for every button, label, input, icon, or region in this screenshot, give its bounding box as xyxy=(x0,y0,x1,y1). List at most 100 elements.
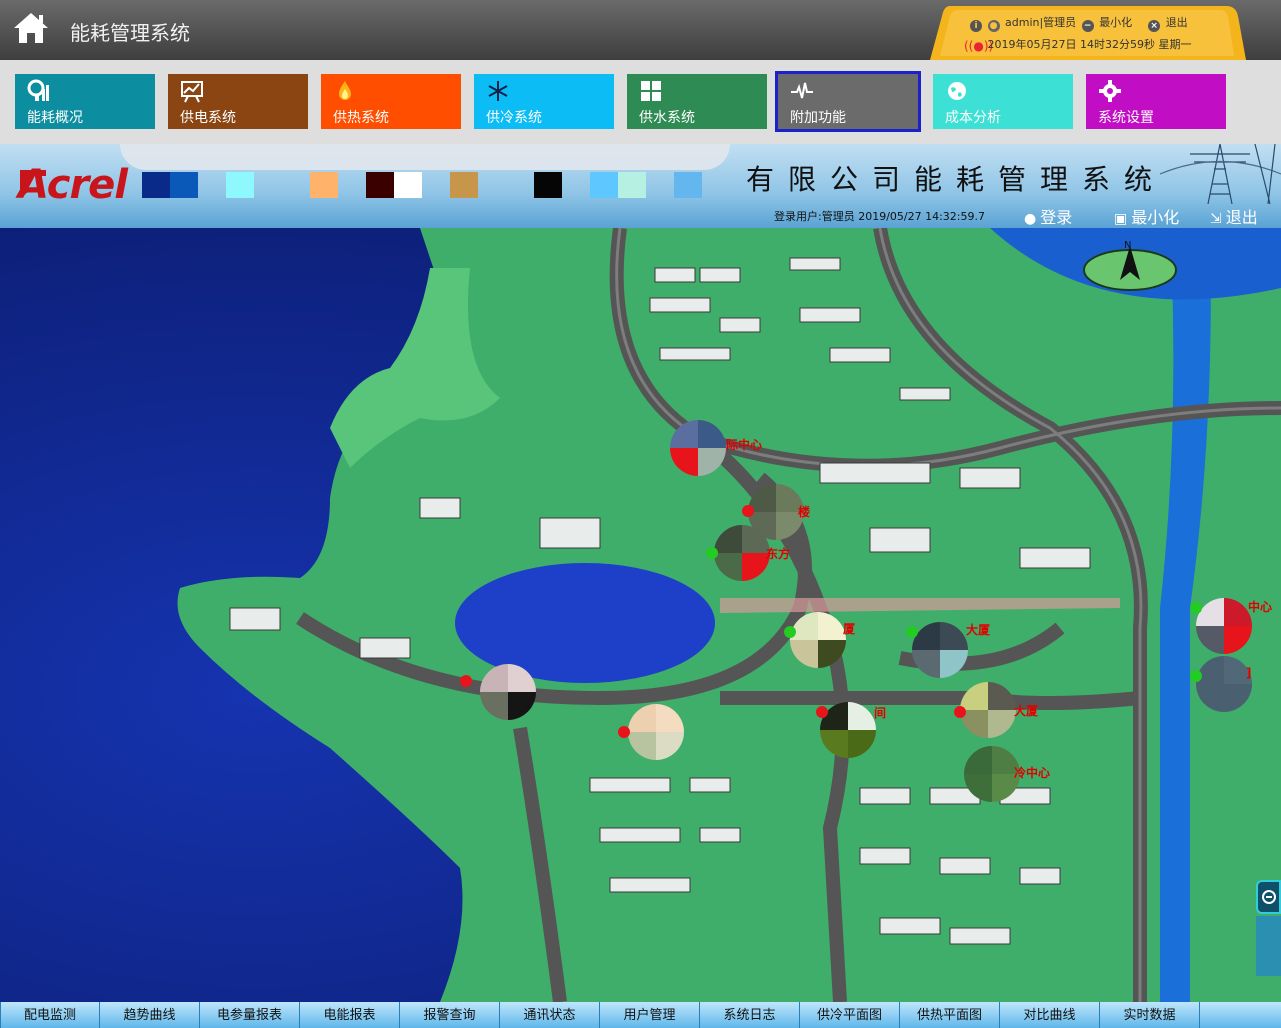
color-swatch xyxy=(590,172,618,198)
marker-segment xyxy=(656,704,684,732)
globe-icon xyxy=(948,82,966,100)
bottom-nav-item[interactable]: 电参量报表 xyxy=(200,1002,300,1028)
bottom-nav-item[interactable]: 配电监测 xyxy=(0,1002,100,1028)
module-tile-label: 供水系统 xyxy=(639,110,695,126)
marker-segment xyxy=(1224,684,1252,712)
marker-segment xyxy=(790,640,818,668)
module-tile-water[interactable]: 供水系统 xyxy=(627,74,767,129)
marker-segment xyxy=(964,774,992,802)
building-label[interactable]: 大厦 xyxy=(1014,702,1038,719)
building-marker[interactable] xyxy=(1196,598,1252,654)
system-title: 有限公司能耗管理系统 xyxy=(746,163,1167,196)
bottom-nav-item[interactable]: 实时数据 xyxy=(1100,1002,1200,1028)
minimize-link[interactable]: 最小化 xyxy=(1099,16,1132,29)
color-swatch xyxy=(142,172,170,198)
alarm-bell-icon[interactable]: ((●)) xyxy=(964,39,993,53)
user-panel-bottom-row: ((●)) 2019年05月27日 14时32分59秒 星期一 xyxy=(964,36,1193,53)
building-marker[interactable] xyxy=(480,664,536,720)
building-label[interactable]: 东方 xyxy=(766,545,790,562)
building-marker[interactable] xyxy=(960,682,1016,738)
module-tile-label: 能耗概况 xyxy=(27,110,83,126)
minimize-button[interactable]: ▣ 最小化 xyxy=(1114,204,1179,228)
logo-mark-icon xyxy=(20,170,46,198)
building-marker[interactable] xyxy=(912,622,968,678)
status-dot xyxy=(706,547,718,559)
module-tile-power-supply[interactable]: 供电系统 xyxy=(168,74,308,129)
building-label[interactable]: 间 xyxy=(874,704,886,721)
module-tile-energy-overview[interactable]: 能耗概况 xyxy=(15,74,155,129)
login-info: 登录用户:管理员 2019/05/27 14:32:59.7 xyxy=(774,210,985,223)
current-datetime: 2019年05月27日 14时32分59秒 星期一 xyxy=(987,38,1192,51)
module-tile-cost-analysis[interactable]: 成本分析 xyxy=(933,74,1073,129)
power-tower-icon xyxy=(1160,144,1281,204)
building-label[interactable]: ] xyxy=(1246,666,1251,680)
color-swatch xyxy=(394,172,422,198)
redacted-area xyxy=(120,144,730,170)
title-bar: 能耗管理系统 i ● admin|管理员 − 最小化 × 退出 ((●)) 20… xyxy=(0,0,1281,60)
bottom-nav-item[interactable]: 通讯状态 xyxy=(500,1002,600,1028)
user-icon: ● xyxy=(987,20,1000,32)
gauge-chart-icon xyxy=(27,79,49,101)
module-tile-label: 供电系统 xyxy=(180,110,236,126)
exit-icon: ⇲ xyxy=(1210,211,1222,227)
trend-board-icon xyxy=(181,81,203,103)
building-marker[interactable] xyxy=(670,420,726,476)
login-button[interactable]: ● 登录 xyxy=(1024,204,1072,228)
building-label[interactable]: 冷中心 xyxy=(1014,764,1050,781)
color-swatch xyxy=(170,172,198,198)
current-user: admin|管理员 xyxy=(1005,16,1077,29)
building-label[interactable]: 厦 xyxy=(843,620,855,637)
color-swatch xyxy=(310,172,338,198)
marker-segment xyxy=(848,730,876,758)
module-tile-label: 附加功能 xyxy=(790,110,846,126)
marker-segment xyxy=(1224,626,1252,654)
login-button-label: 登录 xyxy=(1040,208,1073,227)
building-marker[interactable] xyxy=(820,702,876,758)
building-label[interactable]: 楼 xyxy=(798,503,810,520)
status-dot xyxy=(1190,670,1202,682)
exit-link[interactable]: 退出 xyxy=(1166,16,1188,29)
exit-button-label: 退出 xyxy=(1225,208,1258,227)
module-tile-extras[interactable]: 附加功能 xyxy=(775,71,921,132)
building-marker[interactable] xyxy=(790,612,846,668)
color-swatch xyxy=(534,172,562,198)
bottom-nav-item[interactable]: 供热平面图 xyxy=(900,1002,1000,1028)
bottom-nav-item[interactable]: 报警查询 xyxy=(400,1002,500,1028)
marker-segment xyxy=(964,746,992,774)
collapse-panel-tab[interactable] xyxy=(1256,880,1281,914)
module-tile-cooling[interactable]: 供冷系统 xyxy=(474,74,614,129)
info-icon[interactable]: i xyxy=(970,20,982,32)
side-panel-strip xyxy=(1256,916,1281,976)
marker-segment xyxy=(480,692,508,720)
building-label[interactable]: 中心 xyxy=(1248,598,1272,615)
close-icon[interactable]: × xyxy=(1148,20,1161,32)
building-marker[interactable] xyxy=(1196,656,1252,712)
bottom-nav-item[interactable]: 电能报表 xyxy=(300,1002,400,1028)
campus-map[interactable]: N 际中心楼东方厦大厦 中心] 间大厦 冷中心 xyxy=(0,228,1281,1002)
module-tile-label: 成本分析 xyxy=(945,110,1001,126)
exit-button[interactable]: ⇲ 退出 xyxy=(1210,204,1258,228)
building-marker[interactable] xyxy=(964,746,1020,802)
marker-segment xyxy=(818,612,846,640)
minimize-icon[interactable]: − xyxy=(1081,20,1094,32)
module-tile-system-settings[interactable]: 系统设置 xyxy=(1086,74,1226,129)
marker-segment xyxy=(960,682,988,710)
home-icon[interactable] xyxy=(12,10,50,46)
building-label[interactable]: 际中心 xyxy=(726,436,762,453)
building-label[interactable]: 大厦 xyxy=(966,621,990,638)
marker-segment xyxy=(714,553,742,581)
bottom-nav-item[interactable]: 趋势曲线 xyxy=(100,1002,200,1028)
bottom-nav-item[interactable]: 用户管理 xyxy=(600,1002,700,1028)
building-marker[interactable] xyxy=(628,704,684,760)
bottom-nav-item[interactable]: 系统日志 xyxy=(700,1002,800,1028)
color-swatch-strip xyxy=(142,172,702,198)
bottom-nav-item[interactable]: 对比曲线 xyxy=(1000,1002,1100,1028)
bottom-nav-item[interactable]: 供冷平面图 xyxy=(800,1002,900,1028)
user-icon: ● xyxy=(1024,211,1037,227)
building-marker[interactable] xyxy=(714,525,770,581)
module-tile-label: 供热系统 xyxy=(333,110,389,126)
bottom-nav: 配电监测 趋势曲线 电参量报表 电能报表 报警查询 通讯状态 用户管理 系统日志 供冷平面图 供热… xyxy=(0,1002,1281,1028)
status-dot xyxy=(460,675,472,687)
module-tile-heating[interactable]: 供热系统 xyxy=(321,74,461,129)
minimize-icon: ▣ xyxy=(1114,211,1128,227)
